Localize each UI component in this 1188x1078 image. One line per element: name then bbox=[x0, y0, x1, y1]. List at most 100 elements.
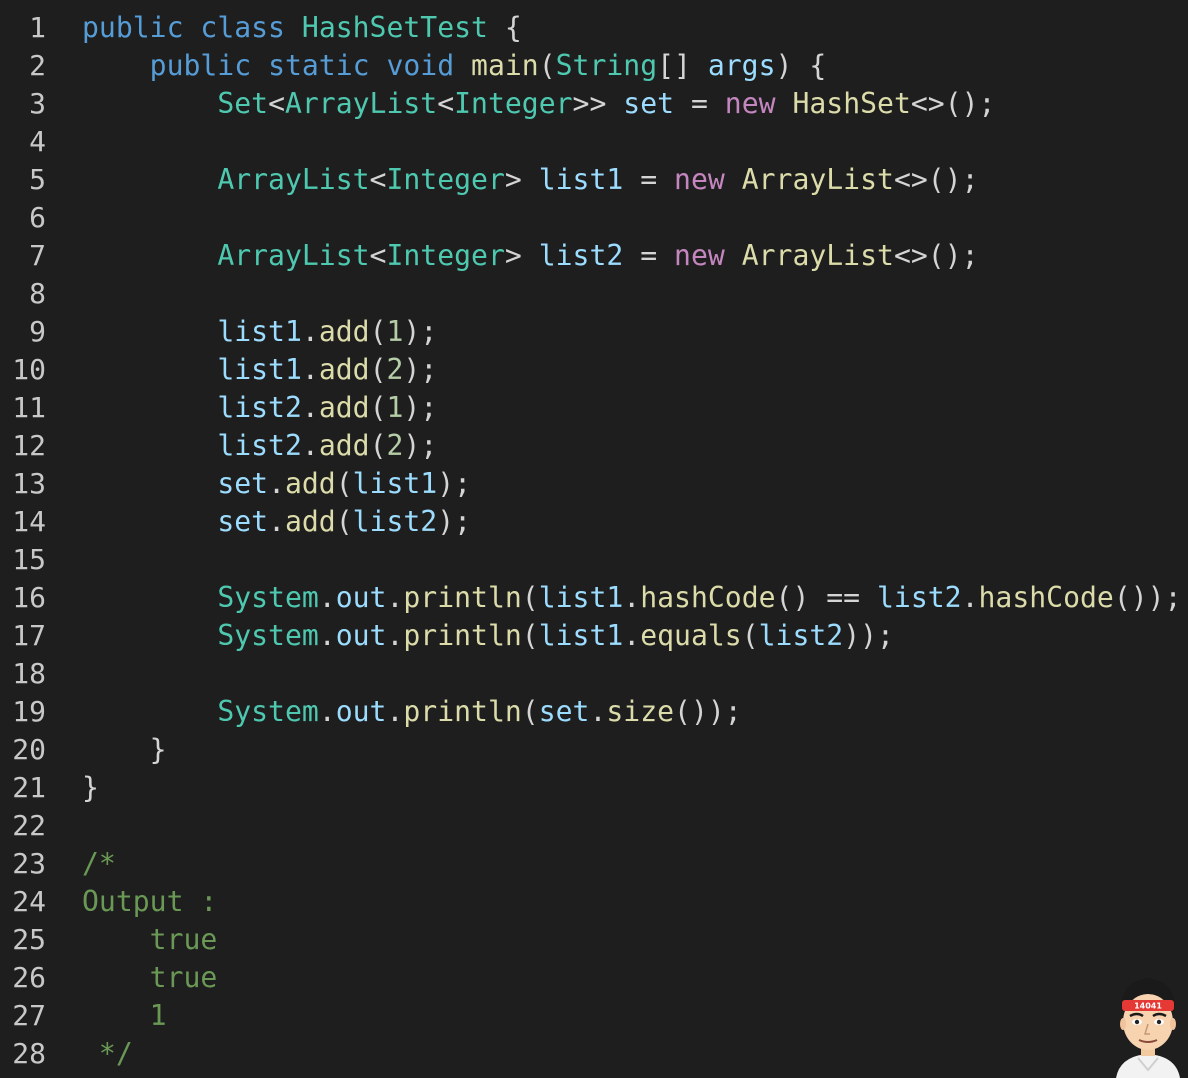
code-line[interactable]: 1 public class HashSetTest { bbox=[0, 9, 1188, 47]
code-token: void bbox=[386, 49, 455, 82]
code-token: new bbox=[724, 87, 776, 120]
code-text[interactable]: list1.add(2); bbox=[82, 351, 437, 389]
code-text[interactable]: ArrayList<Integer> list1 = new ArrayList… bbox=[82, 161, 979, 199]
code-text[interactable]: public static void main(String[] args) { bbox=[82, 47, 827, 85]
code-token: println bbox=[403, 695, 522, 728]
code-token: ()); bbox=[674, 695, 742, 728]
code-line[interactable]: 10 list1.add(2); bbox=[0, 351, 1188, 389]
code-text[interactable]: set.add(list1); bbox=[82, 465, 471, 503]
line-number: 3 bbox=[29, 87, 46, 120]
code-token: } bbox=[82, 733, 167, 766]
code-text[interactable]: Output : bbox=[82, 883, 217, 921]
code-line[interactable]: 23 /* bbox=[0, 845, 1188, 883]
code-token: public bbox=[82, 11, 184, 44]
code-line[interactable]: 26 true bbox=[0, 959, 1188, 997]
code-text[interactable]: true bbox=[82, 959, 218, 997]
code-line[interactable]: 20 } bbox=[0, 731, 1188, 769]
code-line[interactable]: 4 bbox=[0, 123, 1188, 161]
code-line[interactable]: 14 set.add(list2); bbox=[0, 503, 1188, 541]
code-text[interactable]: } bbox=[82, 731, 167, 769]
code-token: println bbox=[403, 619, 522, 652]
code-token: > bbox=[504, 239, 539, 272]
code-text[interactable]: set.add(list2); bbox=[82, 503, 471, 541]
code-line[interactable]: 3 Set<ArrayList<Integer>> set = new Hash… bbox=[0, 85, 1188, 123]
code-text[interactable]: System.out.println(set.size()); bbox=[82, 693, 742, 731]
code-token: ()); bbox=[1113, 581, 1182, 614]
code-line[interactable]: 9 list1.add(1); bbox=[0, 313, 1188, 351]
code-token: true bbox=[82, 961, 218, 994]
code-token: out bbox=[335, 619, 387, 652]
code-line[interactable]: 24 Output : bbox=[0, 883, 1188, 921]
code-token: new bbox=[674, 239, 725, 272]
code-line[interactable]: 17 System.out.println(list1.equals(list2… bbox=[0, 617, 1188, 655]
code-token: System bbox=[217, 581, 319, 614]
code-text[interactable]: ArrayList<Integer> list2 = new ArrayList… bbox=[82, 237, 978, 275]
code-token: list2 bbox=[352, 505, 438, 538]
code-token: Set bbox=[217, 87, 269, 120]
line-number: 2 bbox=[29, 49, 46, 82]
code-line[interactable]: 19 System.out.println(set.size()); bbox=[0, 693, 1188, 731]
code-line[interactable]: 21} bbox=[0, 769, 1188, 807]
line-number: 23 bbox=[12, 847, 46, 880]
code-token: set bbox=[538, 695, 590, 728]
code-text[interactable]: public class HashSetTest { bbox=[82, 9, 522, 47]
code-line[interactable]: 11 list2.add(1); bbox=[0, 389, 1188, 427]
code-token: ( bbox=[335, 505, 353, 538]
code-line[interactable]: 18 bbox=[0, 655, 1188, 693]
code-token: list1 bbox=[217, 353, 302, 386]
code-text[interactable]: */ bbox=[82, 1035, 133, 1073]
code-text[interactable]: list2.add(1); bbox=[82, 389, 437, 427]
code-token: . bbox=[589, 695, 607, 728]
code-line[interactable]: 13 set.add(list1); bbox=[0, 465, 1188, 503]
code-line[interactable]: 25 true bbox=[0, 921, 1188, 959]
code-text[interactable]: true bbox=[82, 921, 218, 959]
code-line[interactable]: 8 bbox=[0, 275, 1188, 313]
line-number: 13 bbox=[12, 467, 46, 500]
code-text[interactable]: System.out.println(list1.equals(list2)); bbox=[82, 617, 894, 655]
code-token: hashCode bbox=[978, 581, 1114, 614]
line-number: 19 bbox=[12, 695, 46, 728]
code-line[interactable]: 12 list2.add(2); bbox=[0, 427, 1188, 465]
code-token: = bbox=[623, 163, 675, 196]
code-text[interactable]: Set<ArrayList<Integer>> set = new HashSe… bbox=[82, 85, 995, 123]
code-editor[interactable]: 1 public class HashSetTest {2 public stat… bbox=[0, 9, 1188, 1073]
code-token: list1 bbox=[538, 163, 624, 196]
code-text[interactable]: /* bbox=[82, 845, 116, 883]
code-token: args bbox=[707, 49, 776, 82]
code-token: <>(); bbox=[893, 163, 979, 196]
code-token: ); bbox=[403, 391, 438, 424]
code-token: ArrayList bbox=[741, 163, 894, 196]
code-line[interactable]: 16 System.out.println(list1.hashCode() =… bbox=[0, 579, 1188, 617]
code-token: = bbox=[674, 87, 725, 120]
code-token: ( bbox=[521, 581, 539, 614]
code-line[interactable]: 2 public static void main(String[] args)… bbox=[0, 47, 1188, 85]
code-text[interactable]: } bbox=[82, 769, 99, 807]
code-token: <>(); bbox=[910, 87, 996, 120]
code-text[interactable]: list2.add(2); bbox=[82, 427, 437, 465]
code-text[interactable]: list1.add(1); bbox=[82, 313, 437, 351]
code-line[interactable]: 5 ArrayList<Integer> list1 = new ArrayLi… bbox=[0, 161, 1188, 199]
code-token: ( bbox=[741, 619, 759, 652]
code-line[interactable]: 22 bbox=[0, 807, 1188, 845]
line-number: 22 bbox=[12, 809, 46, 842]
code-text[interactable]: System.out.println(list1.hashCode() == l… bbox=[82, 579, 1181, 617]
code-line[interactable]: 28 */ bbox=[0, 1035, 1188, 1073]
code-line[interactable]: 7 ArrayList<Integer> list2 = new ArrayLi… bbox=[0, 237, 1188, 275]
code-line[interactable]: 27 1 bbox=[0, 997, 1188, 1035]
code-token: . bbox=[268, 505, 285, 538]
code-token: set bbox=[217, 467, 269, 500]
code-token: add bbox=[318, 353, 370, 386]
code-token: static bbox=[268, 49, 370, 82]
code-token: ( bbox=[538, 49, 556, 82]
line-number: 1 bbox=[29, 11, 46, 44]
code-text[interactable]: 1 bbox=[82, 997, 167, 1035]
code-token: add bbox=[318, 391, 370, 424]
code-line[interactable]: 15 bbox=[0, 541, 1188, 579]
code-token: class bbox=[200, 11, 285, 44]
code-token: . bbox=[268, 467, 285, 500]
code-line[interactable]: 6 bbox=[0, 199, 1188, 237]
code-token: ( bbox=[369, 315, 387, 348]
code-token: . bbox=[961, 581, 979, 614]
